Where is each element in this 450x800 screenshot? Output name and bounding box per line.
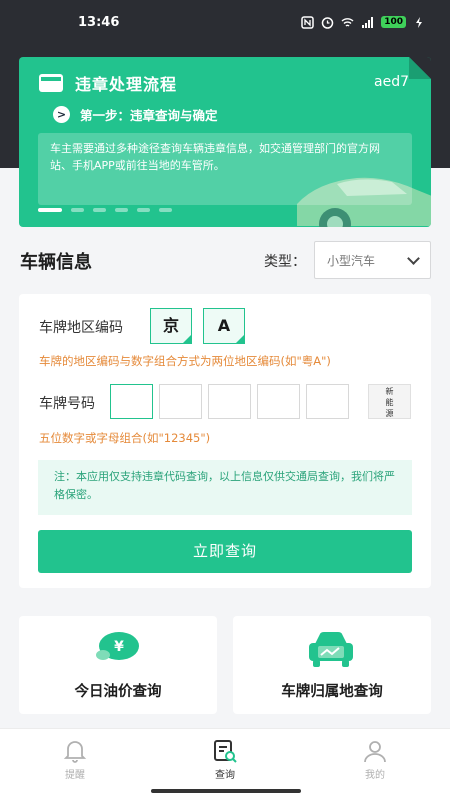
charging-icon	[416, 16, 422, 28]
tab-query[interactable]: 查询	[150, 729, 300, 781]
wifi-icon	[341, 17, 354, 27]
privacy-note: 注：本应用仅支持违章代码查询，以上信息仅供交通局查询，我们将严格保密。	[38, 460, 412, 515]
plate-label: 车牌号码	[39, 396, 95, 412]
new-energy-char: 源	[385, 409, 394, 418]
banner-code: aed7	[374, 74, 409, 90]
region-hint: 车牌的地区编码与数字组合方式为两位地区编码(如"粤A")	[39, 354, 331, 368]
yuan-symbol: ¥	[114, 639, 124, 655]
new-energy-char: 能	[385, 398, 394, 407]
plate-hint: 五位数字或字母组合(如"12345")	[39, 431, 211, 445]
region-letter-picker[interactable]: A	[203, 308, 245, 344]
step-text: 第一步：违章查询与确定	[80, 108, 218, 123]
alarm-icon	[321, 16, 334, 29]
process-banner[interactable]: 违章处理流程 aed7 > 第一步：违章查询与确定 车主需要通过多种途径查询车辆…	[19, 57, 431, 227]
banner-title: 违章处理流程	[75, 75, 178, 94]
carousel-dot[interactable]	[93, 208, 106, 212]
region-province-picker[interactable]: 京	[150, 308, 192, 344]
signal-icon	[362, 16, 374, 28]
plate-digit-input[interactable]	[257, 384, 300, 419]
type-label: 类型：	[264, 254, 306, 270]
status-icons: 100	[301, 15, 426, 29]
bottom-tabbar: 提醒 查询 我的	[0, 728, 450, 781]
vehicle-type-select[interactable]: 小型汽车	[314, 241, 431, 279]
tab-remind[interactable]: 提醒	[0, 729, 150, 781]
plate-digit-input[interactable]	[110, 384, 153, 419]
wallet-icon	[39, 74, 63, 92]
oil-price-label: 今日油价查询	[74, 684, 162, 700]
section-title: 车辆信息	[20, 252, 92, 273]
oil-price-card[interactable]: ¥ 今日油价查询	[19, 616, 217, 714]
bell-icon	[63, 741, 87, 763]
user-icon	[364, 741, 386, 763]
plate-digit-input[interactable]	[159, 384, 202, 419]
carousel-dot[interactable]	[159, 208, 172, 212]
carousel-dots[interactable]	[38, 208, 172, 212]
plate-location-card[interactable]: 车牌归属地查询	[233, 616, 431, 714]
new-energy-char: 新	[385, 387, 394, 396]
plate-digit-input[interactable]	[306, 384, 349, 419]
carousel-dot[interactable]	[38, 208, 62, 212]
plate-location-label: 车牌归属地查询	[281, 684, 383, 700]
carousel-dot[interactable]	[71, 208, 84, 212]
chevron-down-icon	[407, 251, 420, 265]
status-bar: 13:46 100	[0, 0, 450, 44]
vehicle-type-value: 小型汽车	[327, 253, 376, 268]
document-search-icon	[214, 740, 237, 763]
banner-step: > 第一步：违章查询与确定	[53, 105, 218, 124]
region-label: 车牌地区编码	[39, 320, 123, 336]
status-time: 13:46	[78, 14, 120, 30]
tab-mine[interactable]: 我的	[300, 729, 450, 781]
nfc-icon	[301, 15, 314, 29]
car-icon	[309, 632, 353, 667]
banner-description: 车主需要通过多种途径查询车辆违章信息，如交通管理部门的官方网站、手机APP或前往…	[38, 133, 412, 205]
arrow-right-icon: >	[53, 106, 70, 123]
oil-price-icon: ¥	[96, 632, 139, 660]
battery-indicator: 100	[381, 16, 406, 28]
new-energy-toggle[interactable]: 新 能 源	[368, 384, 411, 419]
carousel-dot[interactable]	[115, 208, 128, 212]
plate-digit-input[interactable]	[208, 384, 251, 419]
banner-title-row: 违章处理流程	[39, 71, 177, 95]
query-form-card: 车牌地区编码 京 A 车牌的地区编码与数字组合方式为两位地区编码(如"粤A") …	[19, 294, 431, 588]
carousel-dot[interactable]	[137, 208, 150, 212]
home-indicator[interactable]	[151, 789, 301, 793]
query-button[interactable]: 立即查询	[38, 530, 412, 573]
